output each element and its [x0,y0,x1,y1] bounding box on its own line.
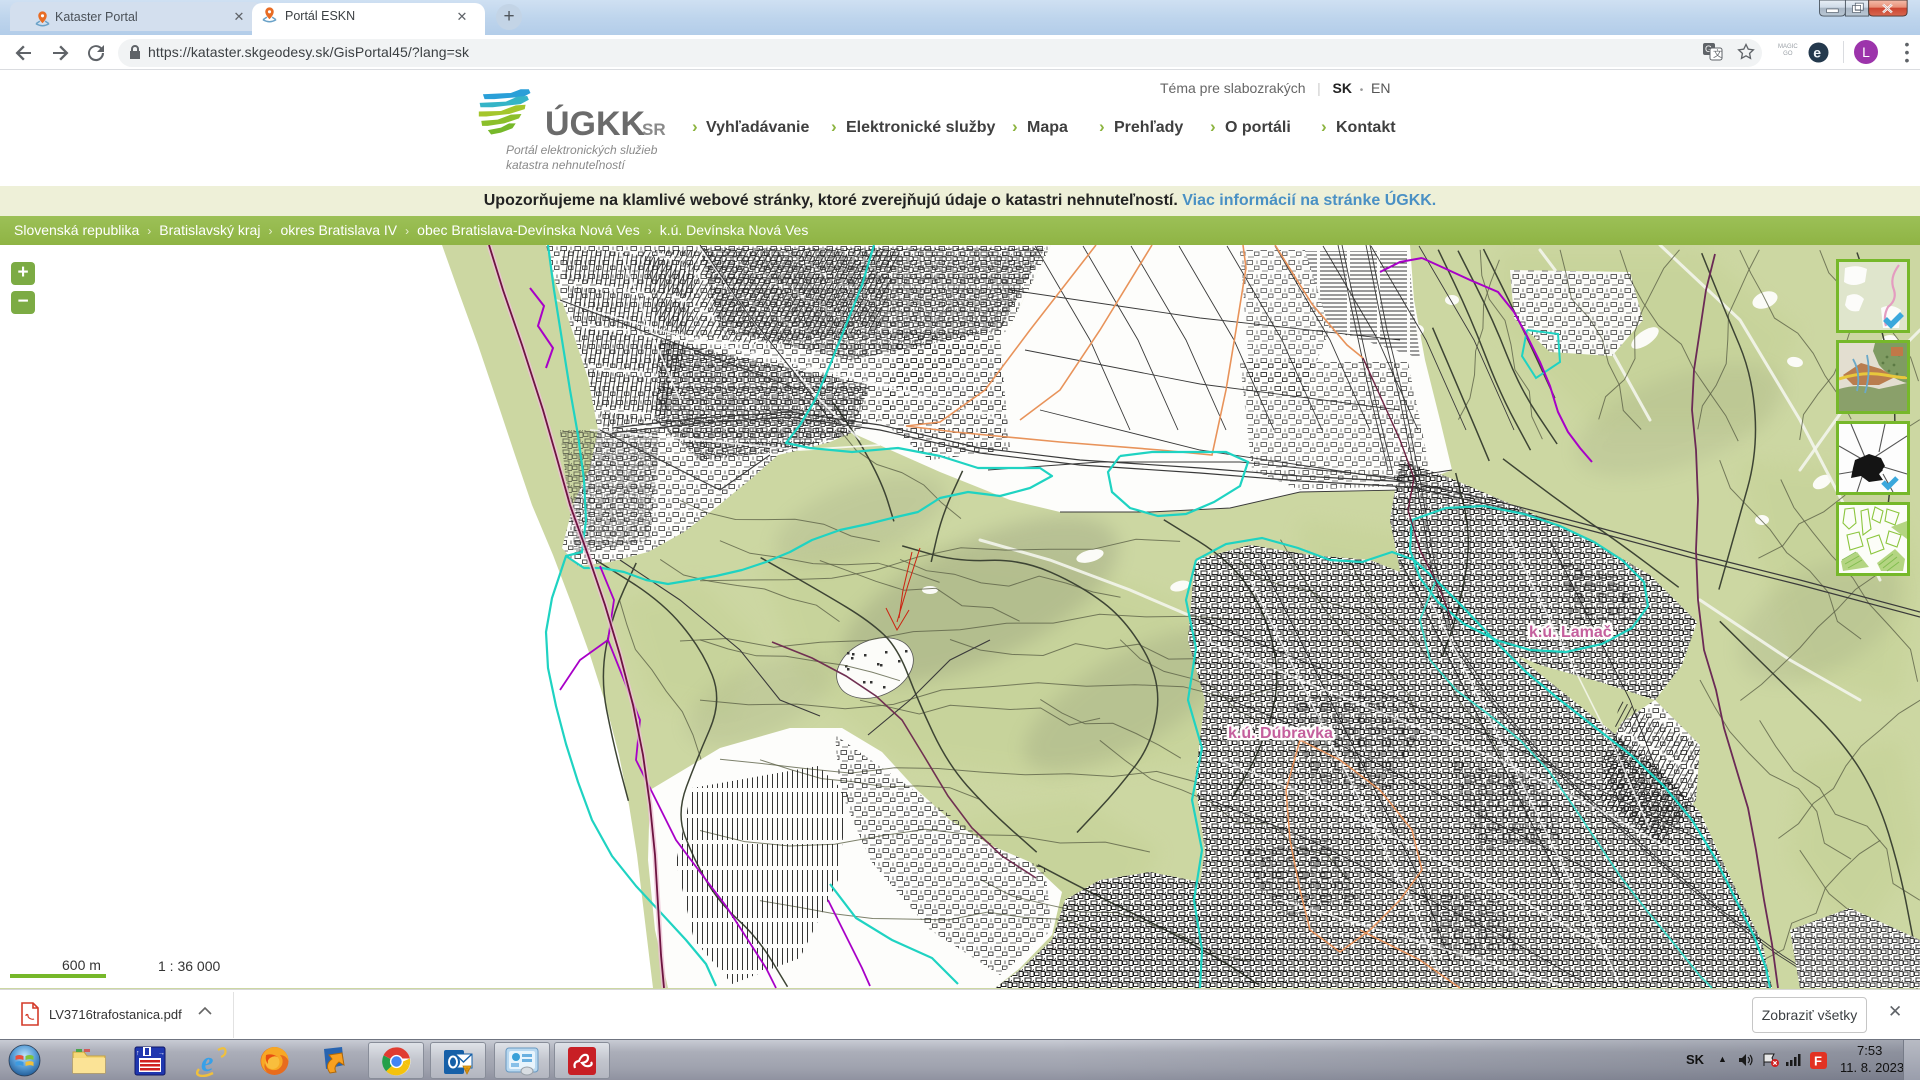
svg-text:ÚGKK: ÚGKK [545,105,646,143]
svg-text:→: → [158,1050,165,1057]
svg-text:e: e [1813,45,1821,61]
svg-text:Portál elektronických služieb: Portál elektronických služieb [506,143,658,157]
svg-text:文: 文 [1713,48,1722,59]
svg-text:SR: SR [642,120,666,139]
svg-text:F: F [1814,1054,1822,1069]
svg-text:katastra nehnuteľností: katastra nehnuteľností [506,158,626,172]
svg-text:k.ú. Dúbravka: k.ú. Dúbravka [1228,725,1333,742]
svg-text:↑: ↑ [136,1050,140,1057]
svg-text:k.ú. Lamač: k.ú. Lamač [1529,624,1612,641]
